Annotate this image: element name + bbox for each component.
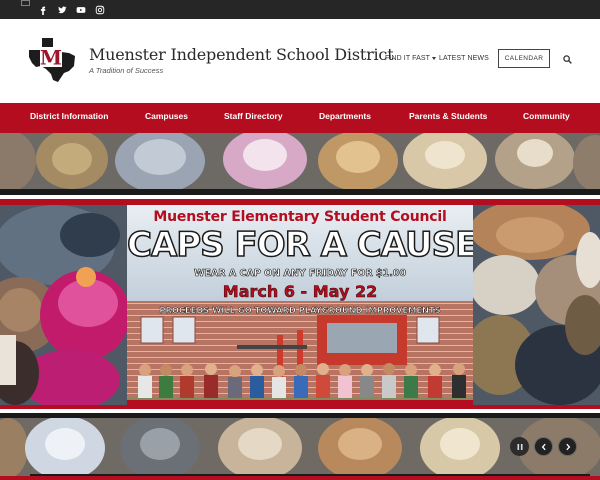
chevron-right-icon xyxy=(565,443,570,450)
site-tagline: A Tradition of Success xyxy=(89,66,164,75)
facebook-icon[interactable] xyxy=(33,3,52,16)
find-it-fast-label: FIND IT FAST xyxy=(385,55,431,62)
playground-photo xyxy=(127,315,473,405)
pause-icon xyxy=(517,443,522,450)
slide-heading-large: CAPS FOR A CAUSE xyxy=(127,224,473,266)
slide-subheading: WEAR A CAP ON ANY FRIDAY FOR $1.00 xyxy=(193,268,407,280)
calendar-button[interactable]: CALENDAR xyxy=(498,49,550,68)
twitter-icon[interactable] xyxy=(52,3,71,16)
site-header: M Muenster Independent School District A… xyxy=(0,19,600,103)
previous-slide-button[interactable] xyxy=(534,437,553,456)
social-bar xyxy=(0,0,600,19)
slide-heading-small: Muenster Elementary Student Council xyxy=(153,209,447,225)
slide-poster[interactable]: Muenster Elementary Student Council CAPS… xyxy=(127,205,473,405)
latest-news-link[interactable]: LATEST NEWS xyxy=(439,55,489,62)
next-slide-button[interactable] xyxy=(558,437,577,456)
nav-staff-directory[interactable]: Staff Directory xyxy=(224,111,283,121)
site-title[interactable]: Muenster Independent School District xyxy=(89,45,394,64)
instagram-icon[interactable] xyxy=(90,3,109,16)
hats-banner-top xyxy=(0,133,600,189)
nav-campuses[interactable]: Campuses xyxy=(145,111,188,121)
nav-district-information[interactable]: District Information xyxy=(30,111,108,121)
find-it-fast-menu[interactable]: FIND IT FAST xyxy=(385,55,437,62)
nav-community[interactable]: Community xyxy=(523,111,570,121)
search-icon[interactable] xyxy=(563,55,572,64)
image-icon xyxy=(21,0,30,6)
youtube-icon[interactable] xyxy=(71,3,90,16)
pause-button[interactable] xyxy=(510,437,529,456)
slide-proceeds-text: PROCEEDS WILL GO TOWARD PLAYGROUND IMPRO… xyxy=(159,305,441,316)
nav-parents-students[interactable]: Parents & Students xyxy=(409,111,487,121)
slide-dates: March 6 - May 22 xyxy=(222,282,378,302)
chevron-left-icon xyxy=(541,443,546,450)
svg-text:M: M xyxy=(40,46,62,70)
nav-departments[interactable]: Departments xyxy=(319,111,371,121)
main-navigation: District Information Campuses Staff Dire… xyxy=(0,103,600,133)
students-group xyxy=(138,363,466,398)
slide: Muenster Elementary Student Council CAPS… xyxy=(0,205,600,405)
district-logo[interactable]: M xyxy=(25,36,77,82)
chevron-down-icon xyxy=(432,56,437,60)
hero-slideshow: Muenster Elementary Student Council CAPS… xyxy=(0,133,600,480)
